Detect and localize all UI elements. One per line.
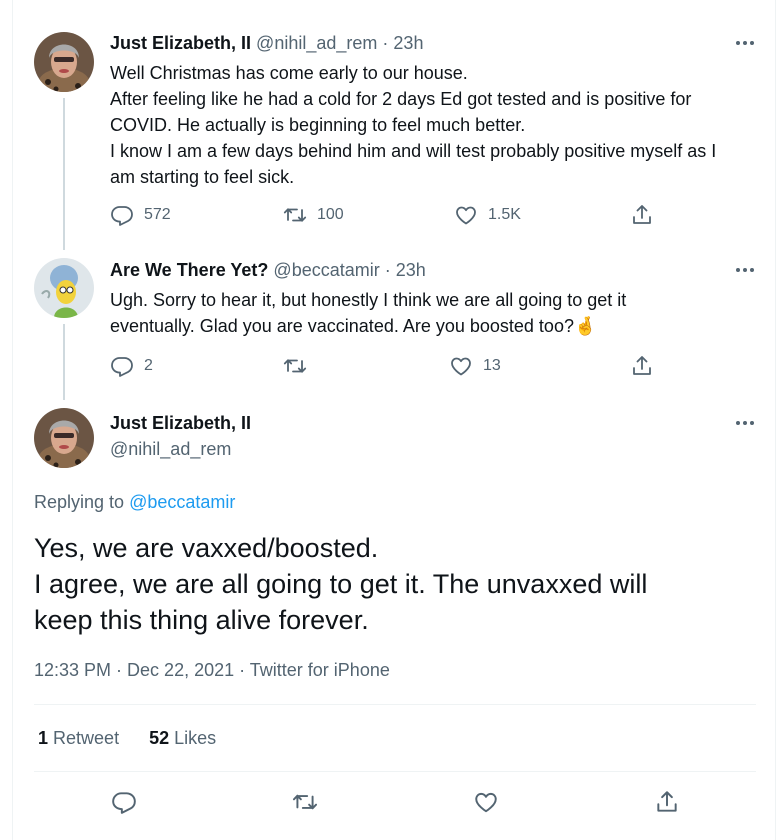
main-tweet-text: Yes, we are vaxxed/boosted. I agree, we … xyxy=(34,530,764,638)
main-author-handle-wrap: @nihil_ad_rem xyxy=(110,439,231,460)
tweet2-author-handle[interactable]: @beccatamir xyxy=(273,260,379,280)
main-author-name[interactable]: Just Elizabeth, II xyxy=(110,413,251,433)
engagement-stats: 1 Retweet 52 Likes xyxy=(38,728,216,749)
tweet2-line: eventually. Glad you are vaccinated. Are… xyxy=(110,313,760,339)
separator-dot: · xyxy=(382,33,389,53)
replying-to-label: Replying to xyxy=(34,492,125,512)
main-tweet-line: I agree, we are all going to get it. The… xyxy=(34,569,648,599)
tweet2-reply-button[interactable]: 2 xyxy=(110,354,153,378)
more-icon[interactable] xyxy=(733,263,757,277)
tweet1-line: am starting to feel sick. xyxy=(110,167,295,187)
replying-to-handle[interactable]: @beccatamir xyxy=(129,492,235,512)
tweet1-line: I know I am a few days behind him and wi… xyxy=(110,141,717,161)
retweet-stat-label: Retweet xyxy=(53,728,120,748)
divider xyxy=(34,704,756,705)
retweet-icon xyxy=(292,794,318,810)
main-tweet-line: keep this thing alive forever. xyxy=(34,605,369,635)
tweet1-author-name[interactable]: Just Elizabeth, II xyxy=(110,33,251,53)
main-tweet-line: Yes, we are vaxxed/boosted. xyxy=(34,533,379,563)
tweet2-line-text: eventually. Glad you are vaccinated. Are… xyxy=(110,316,574,336)
share-icon xyxy=(657,791,677,812)
main-share-button[interactable] xyxy=(654,789,680,815)
share-icon xyxy=(633,356,651,375)
tweet2-retweet-button[interactable] xyxy=(283,354,317,378)
main-retweet-button[interactable] xyxy=(292,789,318,815)
tweet1-text: Well Christmas has come early to our hou… xyxy=(110,60,760,190)
more-icon[interactable] xyxy=(733,416,757,430)
reply-icon xyxy=(111,357,133,377)
share-icon xyxy=(633,205,651,224)
thread-connector xyxy=(63,98,65,250)
main-tweet-datetime-source[interactable]: 12:33 PM · Dec 22, 2021 · Twitter for iP… xyxy=(34,660,390,680)
tweet1-reply-count: 572 xyxy=(144,206,171,223)
heart-icon xyxy=(475,792,497,813)
tweet1-header: Just Elizabeth, II @nihil_ad_rem · 23h xyxy=(110,33,423,54)
retweet-icon xyxy=(283,208,307,222)
main-like-button[interactable] xyxy=(473,789,499,815)
tweet2-like-count: 13 xyxy=(483,357,501,374)
retweet-count: 1 xyxy=(38,728,49,748)
tweet1-reply-button[interactable]: 572 xyxy=(110,203,171,227)
divider xyxy=(34,771,756,772)
tweet1-share-button[interactable] xyxy=(630,203,654,227)
tweet2-timestamp[interactable]: 23h xyxy=(396,260,426,280)
more-icon[interactable] xyxy=(733,36,757,50)
tweet1-line: After feeling like he had a cold for 2 d… xyxy=(110,89,692,109)
tweet2-reply-count: 2 xyxy=(144,357,153,374)
avatar-are-we-there-yet[interactable] xyxy=(34,258,94,318)
tweet2-share-button[interactable] xyxy=(630,354,654,378)
heart-icon xyxy=(451,357,471,376)
reply-icon xyxy=(112,792,136,814)
reply-icon xyxy=(111,206,133,226)
main-author-name-wrap: Just Elizabeth, II xyxy=(110,413,251,434)
tweet1-line: COVID. He actually is beginning to feel … xyxy=(110,115,526,135)
tweet1-like-count: 1.5K xyxy=(488,206,521,223)
tweet1-author-handle[interactable]: @nihil_ad_rem xyxy=(256,33,377,53)
tweet2-like-button[interactable]: 13 xyxy=(449,354,501,378)
heart-icon xyxy=(456,206,476,225)
separator-dot: · xyxy=(384,260,391,280)
tweet1-retweet-count: 100 xyxy=(317,206,344,223)
crossed-fingers-emoji: 🤞 xyxy=(573,316,597,336)
main-author-handle[interactable]: @nihil_ad_rem xyxy=(110,439,231,459)
tweet2-text: Ugh. Sorry to hear it, but honestly I th… xyxy=(110,287,760,339)
tweet2-author-name[interactable]: Are We There Yet? xyxy=(110,260,268,280)
main-tweet-meta: 12:33 PM · Dec 22, 2021 · Twitter for iP… xyxy=(34,660,390,681)
tweet1-timestamp[interactable]: 23h xyxy=(393,33,423,53)
tweet1-like-button[interactable]: 1.5K xyxy=(454,203,521,227)
tweet1-line: Well Christmas has come early to our hou… xyxy=(110,63,468,83)
retweet-icon xyxy=(283,359,307,373)
avatar-just-elizabeth[interactable] xyxy=(34,408,94,468)
avatar-just-elizabeth[interactable] xyxy=(34,32,94,92)
like-count: 52 xyxy=(149,728,170,748)
thread-connector xyxy=(63,324,65,400)
like-stat-label: Likes xyxy=(174,728,217,748)
replying-to: Replying to @beccatamir xyxy=(34,492,235,513)
tweet2-line: Ugh. Sorry to hear it, but honestly I th… xyxy=(110,290,627,310)
tweet2-header: Are We There Yet? @beccatamir · 23h xyxy=(110,260,426,281)
main-reply-button[interactable] xyxy=(111,789,137,815)
retweet-stat[interactable]: 1 Retweet xyxy=(38,728,119,748)
tweet1-retweet-button[interactable]: 100 xyxy=(283,203,344,227)
like-stat[interactable]: 52 Likes xyxy=(149,728,216,748)
